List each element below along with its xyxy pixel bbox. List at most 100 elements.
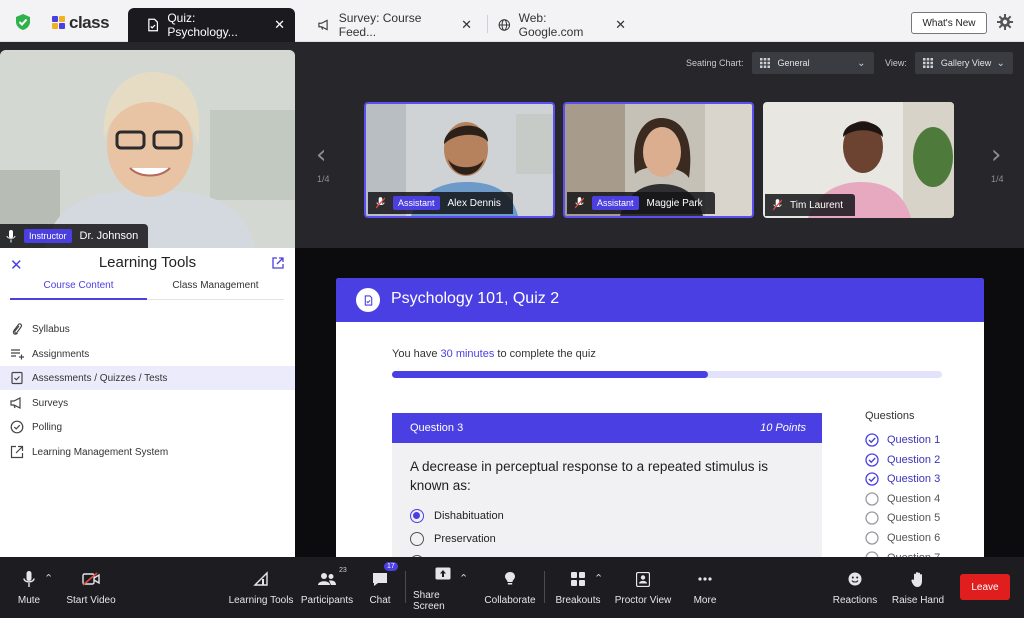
- questions-heading: Questions: [865, 410, 915, 422]
- question-nav-label: Question 6: [887, 532, 941, 544]
- question-card: Question 3 10 Points A decrease in perce…: [392, 413, 822, 557]
- answer-option[interactable]: Dishabituation: [410, 509, 504, 523]
- question-nav-label: Question 3: [887, 473, 941, 486]
- gear-icon[interactable]: [996, 13, 1014, 31]
- external-link-icon: [10, 445, 24, 459]
- tool-item-label: Assessments / Quizzes / Tests: [32, 372, 168, 384]
- participant-tile[interactable]: Assistant Alex Dennis: [364, 102, 555, 218]
- timer-prefix: You have: [392, 348, 441, 360]
- radio-icon[interactable]: [410, 532, 424, 546]
- seating-chart-value: General: [777, 58, 810, 68]
- learning-tools-button[interactable]: Learning Tools: [227, 557, 295, 618]
- participants-count: 23: [339, 567, 347, 574]
- more-label: More: [693, 595, 717, 606]
- share-screen-button[interactable]: Share Screen: [413, 557, 473, 618]
- tab-class-management[interactable]: Class Management: [147, 280, 284, 300]
- start-video-button[interactable]: Start Video: [62, 557, 120, 618]
- question-nav-item[interactable]: Question 1: [865, 433, 940, 447]
- question-nav-label: Question 1: [887, 434, 941, 446]
- check-circle-icon: [865, 433, 879, 447]
- raise-hand-button[interactable]: Raise Hand: [889, 557, 947, 618]
- tab-web[interactable]: Web: Google.com ✕: [498, 8, 636, 42]
- checklist-icon: [11, 371, 23, 385]
- learning-tools-label: Learning Tools: [228, 595, 294, 606]
- tool-item-polling[interactable]: Polling: [0, 415, 295, 439]
- mute-button[interactable]: Mute: [10, 557, 48, 618]
- breakouts-grid-icon: [571, 572, 585, 586]
- participants-button[interactable]: 23 Participants: [298, 557, 356, 618]
- tool-item-assignments[interactable]: Assignments: [0, 342, 295, 366]
- chevron-left-icon[interactable]: ‹: [316, 140, 326, 170]
- role-badge: Instructor: [24, 229, 72, 243]
- participant-tile[interactable]: Assistant Maggie Park: [563, 102, 754, 218]
- instructor-video[interactable]: Instructor Dr. Johnson: [0, 50, 295, 248]
- question-nav-label: Question 4: [887, 492, 941, 505]
- tool-item-surveys[interactable]: Surveys: [0, 391, 295, 415]
- question-nav-label: Question 2: [887, 453, 941, 466]
- breakouts-button[interactable]: Breakouts: [554, 557, 602, 618]
- close-icon[interactable]: ✕: [264, 17, 295, 33]
- chevron-down-icon: ⌄: [996, 57, 1005, 69]
- check-circle-icon: [10, 420, 24, 434]
- question-nav-item[interactable]: Question 6: [865, 531, 940, 545]
- view-select[interactable]: Gallery View ⌄: [914, 52, 1013, 74]
- proctor-view-icon: [636, 571, 650, 587]
- close-icon[interactable]: ✕: [605, 17, 636, 33]
- chevron-down-icon: ⌄: [857, 57, 866, 69]
- chevron-up-icon[interactable]: ⌃: [459, 572, 468, 585]
- chevron-up-icon[interactable]: ⌃: [44, 572, 53, 585]
- question-nav-item[interactable]: Question 4: [865, 492, 940, 506]
- participants-icon: [318, 573, 336, 585]
- participant-name: Alex Dennis: [447, 197, 501, 209]
- answer-option[interactable]: Preservation: [410, 532, 496, 546]
- chevron-right-icon[interactable]: ›: [991, 140, 1001, 170]
- tool-item-lms[interactable]: Learning Management System: [0, 440, 295, 464]
- tool-item-syllabus[interactable]: Syllabus: [0, 317, 295, 341]
- quiz-progress-bar: [392, 371, 942, 378]
- seating-chart-select[interactable]: General ⌄: [751, 52, 874, 74]
- tool-item-assessments[interactable]: Assessments / Quizzes / Tests: [0, 366, 295, 390]
- raise-hand-icon: [910, 571, 922, 587]
- logo-mark-icon: [52, 16, 66, 30]
- external-link-icon[interactable]: [272, 257, 284, 269]
- question-nav-item[interactable]: Question 5: [865, 511, 940, 526]
- tool-item-label: Syllabus: [32, 323, 70, 335]
- list-add-icon: [11, 349, 24, 360]
- collaborate-label: Collaborate: [484, 595, 536, 606]
- leave-button[interactable]: Leave: [960, 574, 1010, 600]
- collaborate-button[interactable]: Collaborate: [482, 557, 538, 618]
- tab-quiz[interactable]: Quiz: Psychology... ✕: [128, 8, 295, 42]
- more-button[interactable]: More: [688, 557, 722, 618]
- seating-chart-label: Seating Chart:: [686, 58, 744, 68]
- question-nav-item[interactable]: Question 3: [865, 472, 940, 486]
- proctor-view-button[interactable]: Proctor View: [612, 557, 674, 618]
- mic-muted-icon: [773, 199, 782, 211]
- grid-icon: [922, 58, 933, 68]
- participant-name: Maggie Park: [646, 197, 703, 209]
- reactions-label: Reactions: [832, 595, 878, 606]
- tab-survey[interactable]: Survey: Course Feed... ✕: [318, 8, 482, 42]
- mic-icon: [23, 570, 35, 587]
- close-icon[interactable]: ✕: [451, 17, 482, 33]
- tab-label: Quiz: Psychology...: [167, 11, 238, 39]
- answer-label: Preservation: [434, 533, 496, 545]
- progress-fill: [392, 371, 709, 378]
- chat-button[interactable]: 17 Chat: [364, 557, 398, 618]
- raise-hand-label: Raise Hand: [891, 595, 945, 606]
- chevron-up-icon[interactable]: ⌃: [594, 572, 603, 585]
- quiz-timer-text: You have 30 minutes to complete the quiz: [392, 348, 596, 360]
- learning-tools-panel: ✕ Learning Tools Course Content Class Ma…: [0, 248, 295, 557]
- emoji-icon: [848, 572, 862, 586]
- tab-course-content[interactable]: Course Content: [10, 280, 147, 300]
- radio-selected-icon[interactable]: [410, 509, 424, 523]
- participant-tile[interactable]: Tim Laurent: [763, 102, 954, 218]
- toolbar-divider: [405, 571, 406, 603]
- reactions-button[interactable]: Reactions: [830, 557, 880, 618]
- timer-value: 30 minutes: [440, 348, 495, 360]
- role-badge: Assistant: [393, 196, 440, 210]
- question-nav-item[interactable]: Question 2: [865, 452, 941, 467]
- megaphone-icon: [10, 397, 21, 409]
- whats-new-button[interactable]: What's New: [911, 12, 987, 34]
- tool-item-label: Assignments: [32, 348, 90, 360]
- chat-icon: [373, 572, 387, 586]
